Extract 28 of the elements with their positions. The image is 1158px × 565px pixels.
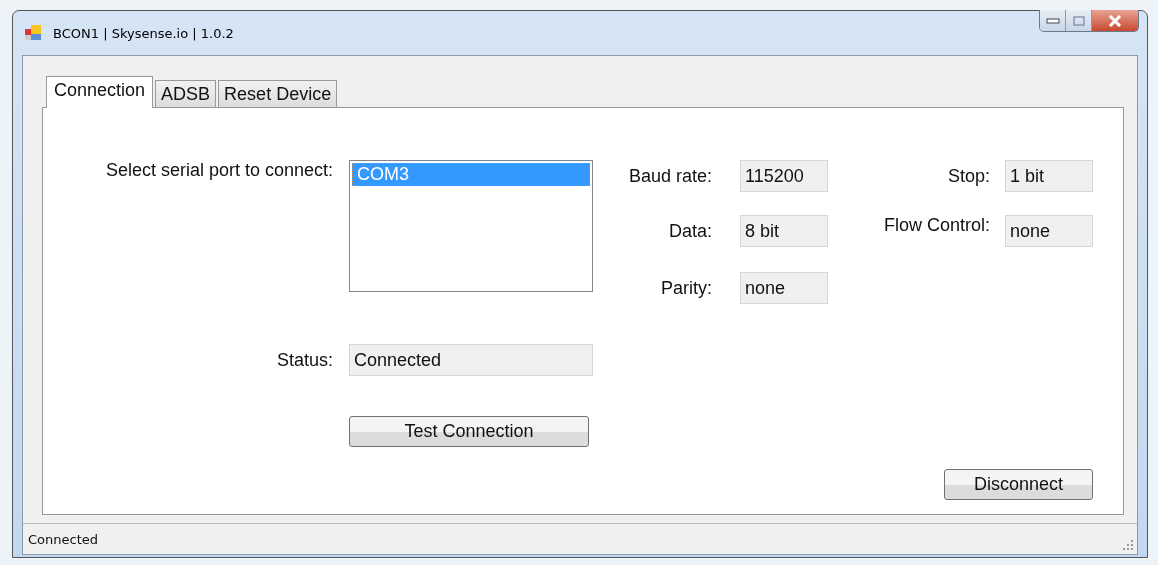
value-field: 1 bit: [1005, 160, 1093, 192]
app-icon: [25, 25, 43, 41]
resize-grip-icon[interactable]: [1122, 539, 1134, 551]
value-field: none: [1005, 215, 1093, 247]
field-label: Status:: [276, 349, 334, 371]
maximize-icon: [1072, 15, 1085, 26]
field-label: Parity:: [661, 277, 713, 299]
field-label: Baud rate:: [628, 165, 713, 187]
minimize-button[interactable]: [1040, 10, 1066, 31]
field-label: Flow Control:: [883, 215, 991, 236]
status-bar-text: Connected: [28, 531, 98, 547]
tab[interactable]: ADSB: [155, 80, 217, 107]
field-label: Stop:: [947, 165, 991, 187]
value-field: none: [740, 272, 828, 304]
field-label: Select serial port to connect:: [105, 160, 334, 181]
tab[interactable]: Connection: [46, 76, 154, 108]
close-button[interactable]: [1092, 10, 1138, 31]
close-icon: [1108, 14, 1122, 27]
status-field: Connected: [349, 344, 593, 376]
minimize-icon: [1045, 17, 1060, 24]
value-field: 115200: [740, 160, 828, 192]
field-label: Data:: [668, 220, 713, 242]
disconnect-button[interactable]: Disconnect: [944, 469, 1093, 500]
value-field: 8 bit: [740, 215, 828, 247]
tab[interactable]: Reset Device: [218, 80, 338, 107]
maximize-button[interactable]: [1066, 10, 1092, 31]
test-connection-button[interactable]: Test Connection: [349, 416, 589, 447]
window-title: BCON1 | Skysense.io | 1.0.2: [53, 25, 234, 41]
